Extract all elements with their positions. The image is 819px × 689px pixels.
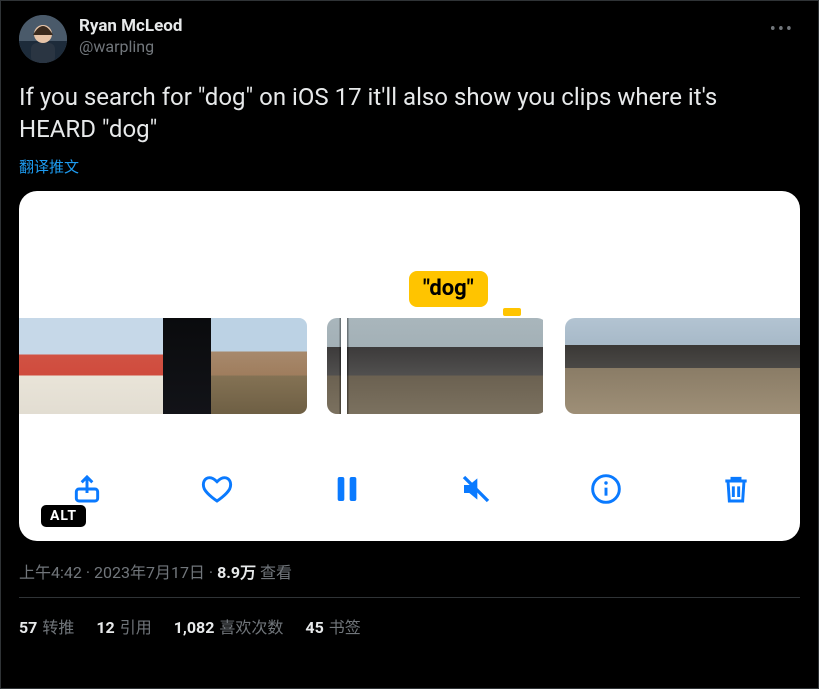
alt-badge[interactable]: ALT — [41, 505, 86, 527]
clip-thumbnail-group[interactable] — [19, 318, 309, 414]
quotes-stat[interactable]: 12引用 — [96, 614, 151, 638]
share-icon[interactable] — [69, 471, 105, 507]
bookmarks-stat[interactable]: 45书签 — [305, 614, 360, 638]
retweets-stat[interactable]: 57转推 — [19, 614, 74, 638]
more-button[interactable]: ••• — [764, 15, 800, 44]
trash-icon[interactable] — [718, 471, 754, 507]
views-label: 查看 — [256, 563, 292, 582]
speaker-muted-icon[interactable] — [458, 471, 494, 507]
stats-row: 57转推 12引用 1,082喜欢次数 45书签 — [19, 598, 800, 638]
user-handle: @warpling — [79, 37, 182, 58]
media-card[interactable]: "dog" — [19, 191, 800, 541]
heart-icon[interactable] — [199, 471, 235, 507]
clip-thumbnail-group[interactable] — [565, 318, 800, 414]
playhead[interactable] — [341, 318, 347, 414]
info-icon[interactable] — [588, 471, 624, 507]
display-name: Ryan McLeod — [79, 15, 182, 37]
pause-icon[interactable] — [329, 471, 365, 507]
avatar-image — [19, 15, 67, 63]
tweet-text: If you search for "dog" on iOS 17 it'll … — [19, 81, 800, 146]
tweet-header: Ryan McLeod @warpling ••• — [19, 15, 800, 63]
tweet-time[interactable]: 上午4:42 — [19, 563, 82, 582]
tweet-date[interactable]: 2023年7月17日 — [94, 563, 205, 582]
translate-link[interactable]: 翻译推文 — [19, 156, 800, 177]
tweet-container: Ryan McLeod @warpling ••• If you search … — [1, 1, 818, 638]
bubble-tick — [503, 308, 521, 316]
likes-stat[interactable]: 1,082喜欢次数 — [174, 614, 284, 638]
clip-thumbnail-group[interactable] — [327, 318, 547, 414]
media-toolbar — [19, 471, 800, 507]
views-count: 8.9万 — [217, 563, 256, 582]
video-timeline[interactable] — [19, 318, 800, 414]
user-block[interactable]: Ryan McLeod @warpling — [79, 15, 182, 58]
tweet-meta: 上午4:42 · 2023年7月17日 · 8.9万 查看 — [19, 559, 800, 583]
avatar[interactable] — [19, 15, 67, 63]
search-term-bubble: "dog" — [409, 271, 488, 307]
